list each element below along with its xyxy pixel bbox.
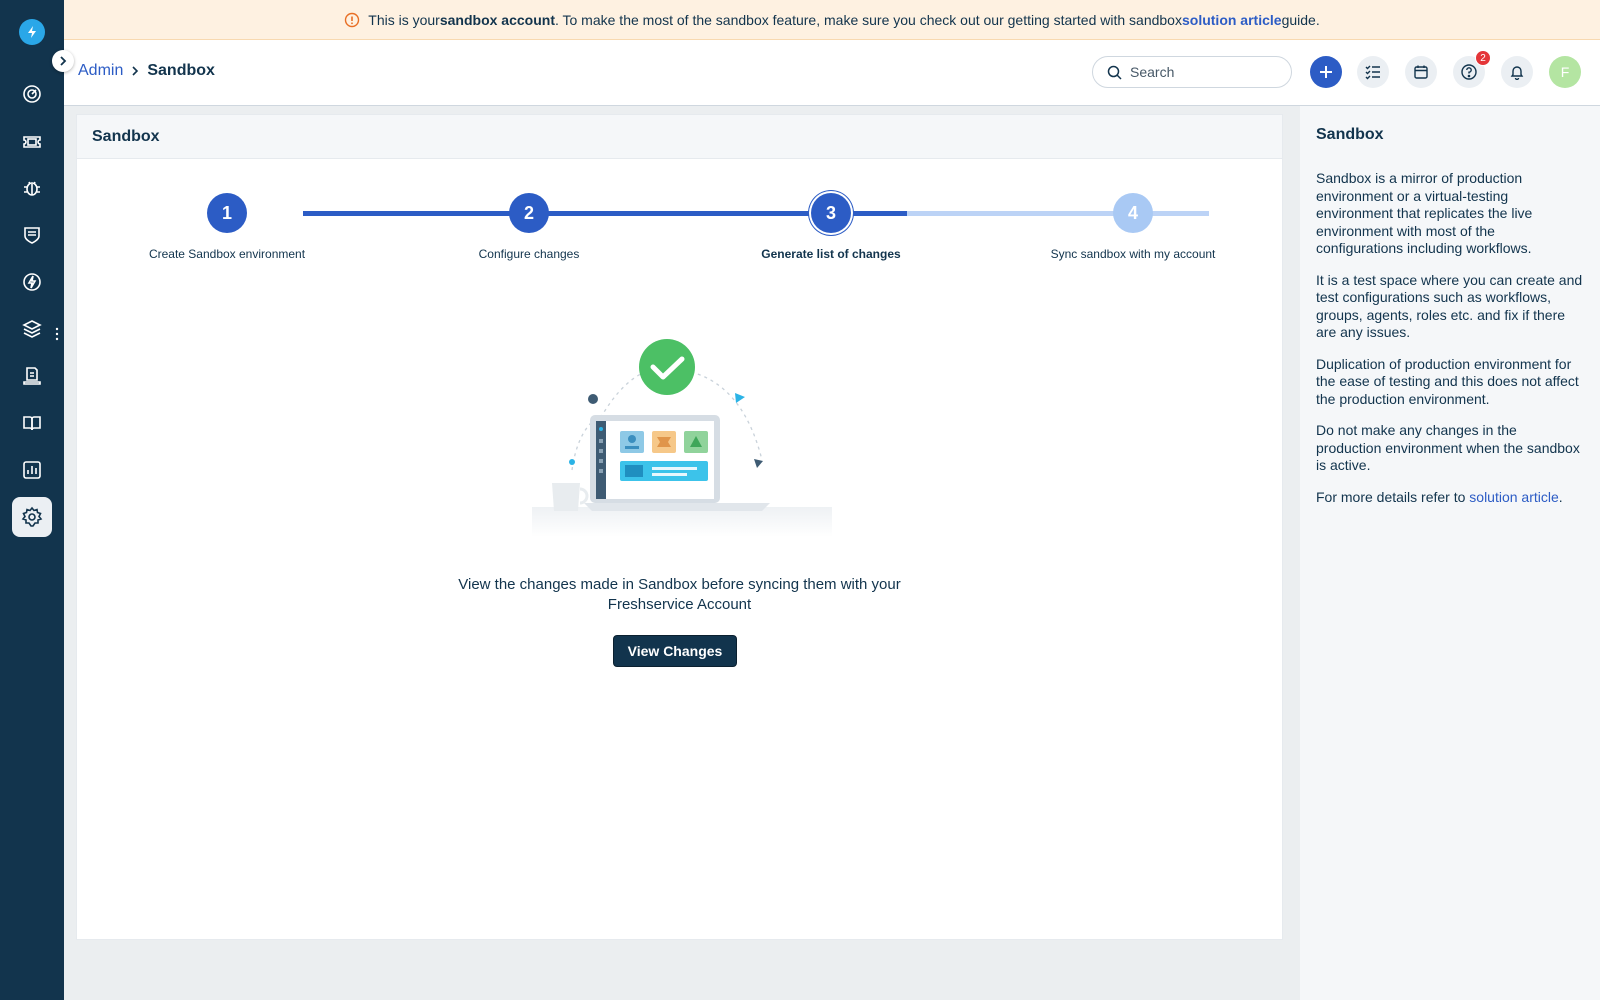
- step-1: 1 Create Sandbox environment: [97, 193, 357, 261]
- step-3-number: 3: [811, 193, 851, 233]
- banner-solution-link[interactable]: solution article: [1182, 12, 1282, 28]
- breadcrumb-current: Sandbox: [147, 62, 215, 79]
- sandbox-banner: This is your sandbox account . To make t…: [64, 0, 1600, 40]
- card-message-text: View the changes made in Sandbox before …: [458, 576, 901, 613]
- more-dots-icon[interactable]: [55, 327, 59, 341]
- reports-icon[interactable]: [12, 450, 52, 490]
- help-panel-title: Sandbox: [1316, 126, 1384, 143]
- help-para-3: Duplication of production environment fo…: [1316, 355, 1579, 407]
- admin-settings-icon[interactable]: [12, 497, 52, 537]
- help-para-5-end: .: [1558, 488, 1563, 505]
- left-nav: [0, 0, 64, 1000]
- card-message: View the changes made in Sandbox before …: [77, 575, 1282, 615]
- search-placeholder: Search: [1130, 64, 1175, 80]
- step-4: 4 Sync sandbox with my account: [1003, 193, 1263, 261]
- step-1-number: 1: [207, 193, 247, 233]
- step-2: 2 Configure changes: [399, 193, 659, 261]
- search-icon: [1107, 65, 1122, 80]
- card-title: Sandbox: [77, 115, 1282, 159]
- freshservice-logo[interactable]: [19, 19, 45, 45]
- problems-icon[interactable]: [12, 168, 52, 208]
- help-para-5-text: For more details refer to: [1316, 488, 1470, 505]
- help-para-4: Do not make any changes in the productio…: [1316, 422, 1580, 473]
- help-solution-link[interactable]: solution article: [1469, 489, 1559, 505]
- help-para-2: It is a test space where you can create …: [1316, 271, 1583, 341]
- step-2-number: 2: [509, 193, 549, 233]
- plus-icon: [1320, 66, 1332, 78]
- step-3: 3 Generate list of changes: [701, 193, 961, 261]
- help-badge: 2: [1475, 50, 1491, 66]
- laptop-success-illustration: [532, 335, 832, 545]
- help-panel: Sandbox Sandbox is a mirror of productio…: [1300, 106, 1600, 1000]
- breadcrumb: Admin Sandbox: [78, 62, 215, 80]
- step-1-label: Create Sandbox environment: [148, 247, 306, 261]
- new-item-button[interactable]: [1310, 56, 1342, 88]
- sandbox-card: Sandbox 1 Create Sandbox environment 2 C…: [76, 114, 1283, 940]
- step-2-label: Configure changes: [478, 247, 580, 261]
- banner-text-before: This is your: [368, 11, 440, 28]
- stepper: 1 Create Sandbox environment 2 Configure…: [77, 193, 1282, 283]
- banner-text-middle: . To make the most of the sandbox featur…: [554, 11, 1182, 28]
- calendar-icon: [1414, 65, 1428, 79]
- breadcrumb-admin-link[interactable]: Admin: [78, 62, 123, 80]
- warning-icon: [344, 12, 360, 28]
- step-4-number: 4: [1113, 193, 1153, 233]
- expand-nav-button[interactable]: [52, 50, 74, 72]
- search-input[interactable]: Search: [1092, 56, 1292, 88]
- calendar-button[interactable]: [1405, 56, 1437, 88]
- changes-icon[interactable]: [12, 215, 52, 255]
- step-4-label: Sync sandbox with my account: [1050, 247, 1216, 261]
- dashboard-icon[interactable]: [12, 74, 52, 114]
- step-3-label: Generate list of changes: [761, 247, 901, 261]
- tickets-icon[interactable]: [12, 121, 52, 161]
- assets-icon[interactable]: [12, 309, 52, 349]
- bell-icon: [1510, 66, 1524, 80]
- projects-icon[interactable]: [12, 356, 52, 396]
- chevron-right-icon: [131, 66, 139, 76]
- checklist-icon: [1365, 65, 1380, 80]
- user-avatar[interactable]: F: [1549, 56, 1581, 88]
- banner-bold-text: sandbox account: [439, 11, 555, 28]
- top-header: Admin Sandbox Search 2 F: [64, 40, 1600, 106]
- releases-icon[interactable]: [12, 262, 52, 302]
- help-button[interactable]: 2: [1453, 50, 1491, 88]
- help-para-5: For more details refer to solution artic…: [1316, 489, 1584, 507]
- notifications-button[interactable]: [1501, 56, 1533, 88]
- banner-text-after: guide.: [1281, 11, 1320, 28]
- view-changes-button[interactable]: View Changes: [613, 635, 737, 667]
- solutions-icon[interactable]: [12, 403, 52, 443]
- todo-button[interactable]: [1357, 56, 1389, 88]
- help-icon: [1461, 64, 1477, 80]
- help-para-1: Sandbox is a mirror of production enviro…: [1316, 170, 1533, 256]
